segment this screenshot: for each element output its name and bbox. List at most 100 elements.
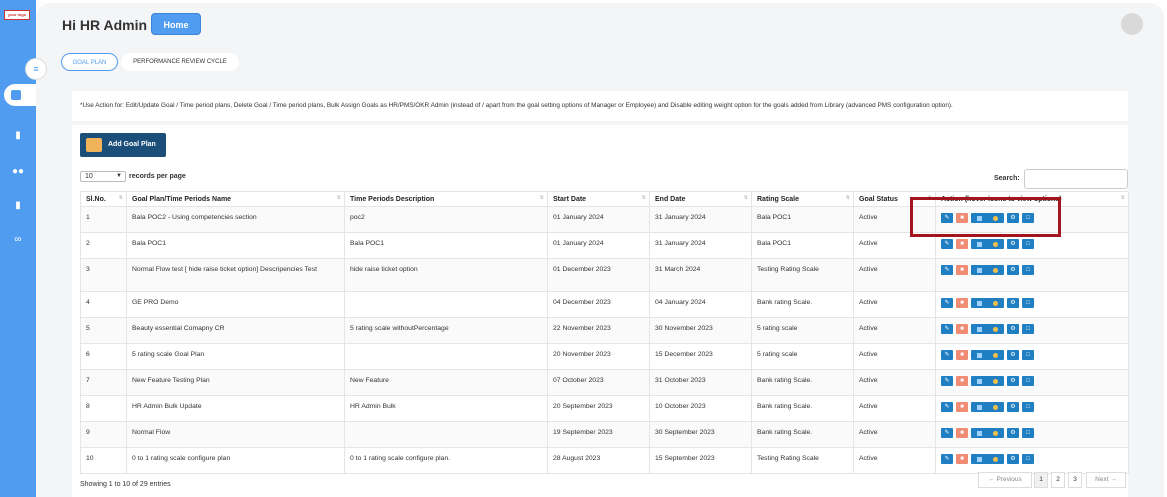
- cell-desc: 0 to 1 rating scale configure plan.: [344, 447, 548, 474]
- column-header[interactable]: Rating Scale ⇅: [751, 191, 854, 207]
- pagination-page[interactable]: 1: [1034, 472, 1048, 488]
- document-button[interactable]: □: [1022, 239, 1034, 249]
- table-row: 3 Normal Flow test [ hide raise ticket op…: [80, 258, 1129, 292]
- edit-button[interactable]: ✎: [941, 324, 953, 334]
- pagination-previous[interactable]: ← Previous: [978, 472, 1032, 488]
- bulk-assign-button[interactable]: [971, 454, 1004, 464]
- settings-button[interactable]: ⚙: [1007, 265, 1019, 275]
- settings-button[interactable]: ⚙: [1007, 350, 1019, 360]
- user-icon: [993, 300, 999, 306]
- tab-performance-review-cycle[interactable]: PERFORMANCE REVIEW CYCLE: [121, 53, 239, 71]
- column-header[interactable]: Sl.No. ⇅: [80, 191, 127, 207]
- cell-scale: Bank rating Scale.: [751, 369, 854, 396]
- document-button[interactable]: □: [1022, 298, 1034, 308]
- sidebar-item-book[interactable]: ▮: [8, 128, 28, 144]
- tab-goal-plan[interactable]: GOAL PLAN: [61, 53, 118, 71]
- settings-button[interactable]: ⚙: [1007, 402, 1019, 412]
- cell-start: 20 November 2023: [547, 343, 650, 370]
- cell-status: Active: [853, 291, 936, 318]
- settings-button[interactable]: ⚙: [1007, 376, 1019, 386]
- main-panel: Hi HR Admin Home GOAL PLAN PERFORMANCE R…: [36, 3, 1164, 497]
- settings-button[interactable]: ⚙: [1007, 428, 1019, 438]
- document-button[interactable]: □: [1022, 454, 1034, 464]
- user-icon: [993, 326, 999, 332]
- cell-start: 01 January 2024: [547, 232, 650, 259]
- cell-end: 30 September 2023: [649, 421, 752, 448]
- edit-button[interactable]: ✎: [941, 298, 953, 308]
- column-header[interactable]: Time Periods Description ⇅: [344, 191, 548, 207]
- document-button[interactable]: □: [1022, 428, 1034, 438]
- settings-button[interactable]: ⚙: [1007, 324, 1019, 334]
- edit-button[interactable]: ✎: [941, 376, 953, 386]
- edit-button[interactable]: ✎: [941, 239, 953, 249]
- cell-name: Bala POC2 - Using competencies section: [126, 206, 345, 233]
- bulk-assign-button[interactable]: [971, 376, 1004, 386]
- cell-name: New Feature Testing Plan: [126, 369, 345, 396]
- gear-icon: ⚙: [1010, 300, 1016, 306]
- cell-sl: 5: [80, 317, 127, 344]
- column-header[interactable]: End Date ⇅: [649, 191, 752, 207]
- edit-button[interactable]: ✎: [941, 454, 953, 464]
- pencil-icon: ✎: [944, 378, 950, 384]
- records-per-page-value: 10: [85, 173, 93, 180]
- hierarchy-icon: [976, 300, 982, 306]
- table-row: 7 New Feature Testing Plan New Feature 07 O…: [80, 369, 1129, 396]
- pagination-page[interactable]: 3: [1068, 472, 1082, 488]
- document-icon: □: [1026, 456, 1030, 462]
- sidebar-item-library[interactable]: ▮: [8, 198, 28, 214]
- cell-start: 22 November 2023: [547, 317, 650, 344]
- edit-button[interactable]: ✎: [941, 350, 953, 360]
- edit-button[interactable]: ✎: [941, 428, 953, 438]
- document-button[interactable]: □: [1022, 350, 1034, 360]
- cell-name: 0 to 1 rating scale configure plan: [126, 447, 345, 474]
- delete-button[interactable]: ■: [956, 402, 968, 412]
- gear-icon: ⚙: [1010, 430, 1016, 436]
- column-header[interactable]: Goal Plan/Time Periods Name ⇅: [126, 191, 345, 207]
- delete-button[interactable]: ■: [956, 376, 968, 386]
- pagination-page[interactable]: 2: [1051, 472, 1065, 488]
- pencil-icon: ✎: [944, 456, 950, 462]
- delete-button[interactable]: ■: [956, 428, 968, 438]
- document-icon: □: [1026, 326, 1030, 332]
- bulk-assign-button[interactable]: [971, 402, 1004, 412]
- table-row: 4 GE PRO Demo 04 December 2023 04 January 2…: [80, 291, 1129, 318]
- delete-button[interactable]: ■: [956, 239, 968, 249]
- sidebar-item-dashboard[interactable]: [4, 84, 36, 106]
- add-goal-plan-button[interactable]: Add Goal Plan: [80, 133, 166, 157]
- sidebar-item-link[interactable]: ∞: [8, 232, 28, 248]
- delete-button[interactable]: ■: [956, 454, 968, 464]
- delete-button[interactable]: ■: [956, 298, 968, 308]
- delete-button[interactable]: ■: [956, 350, 968, 360]
- search-input[interactable]: [1024, 169, 1128, 189]
- bulk-assign-button[interactable]: [971, 324, 1004, 334]
- document-button[interactable]: □: [1022, 376, 1034, 386]
- cell-sl: 9: [80, 421, 127, 448]
- records-per-page-select[interactable]: 10 ▼: [80, 171, 126, 182]
- trash-icon: ■: [960, 456, 964, 462]
- delete-button[interactable]: ■: [956, 324, 968, 334]
- pencil-icon: ✎: [944, 430, 950, 436]
- edit-button[interactable]: ✎: [941, 265, 953, 275]
- sidebar-collapse-button[interactable]: ≡: [25, 58, 47, 80]
- settings-button[interactable]: ⚙: [1007, 454, 1019, 464]
- bulk-assign-button[interactable]: [971, 428, 1004, 438]
- sidebar-item-users[interactable]: ●●: [8, 164, 28, 180]
- settings-button[interactable]: ⚙: [1007, 298, 1019, 308]
- home-button[interactable]: Home: [151, 13, 201, 35]
- bulk-assign-button[interactable]: [971, 350, 1004, 360]
- column-header[interactable]: Start Date ⇅: [547, 191, 650, 207]
- avatar[interactable]: [1121, 13, 1143, 35]
- cell-status: Active: [853, 343, 936, 370]
- bulk-assign-button[interactable]: [971, 265, 1004, 275]
- document-button[interactable]: □: [1022, 265, 1034, 275]
- settings-button[interactable]: ⚙: [1007, 239, 1019, 249]
- document-button[interactable]: □: [1022, 324, 1034, 334]
- bulk-assign-button[interactable]: [971, 298, 1004, 308]
- pagination-next[interactable]: Next →: [1086, 472, 1126, 488]
- edit-button[interactable]: ✎: [941, 402, 953, 412]
- cell-sl: 8: [80, 395, 127, 422]
- cell-desc: 5 rating scale withoutPercentage: [344, 317, 548, 344]
- delete-button[interactable]: ■: [956, 265, 968, 275]
- document-button[interactable]: □: [1022, 402, 1034, 412]
- bulk-assign-button[interactable]: [971, 239, 1004, 249]
